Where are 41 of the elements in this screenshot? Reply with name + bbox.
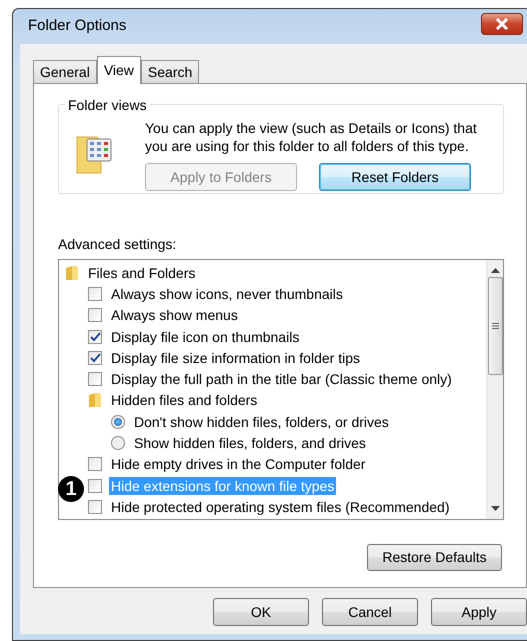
option-label[interactable]: Hide protected operating system files (Recommended) [109, 498, 452, 516]
restore-defaults-button[interactable]: Restore Defaults [367, 544, 502, 571]
option-label[interactable]: Display the full path in the title bar (Classic theme only) [109, 370, 454, 388]
option-label[interactable]: Display file icon on thumbnails [109, 328, 302, 346]
tab[interactable]: General [33, 60, 97, 83]
radio-button[interactable] [111, 436, 125, 450]
grip-icon [492, 323, 498, 329]
advanced-settings-label: Advanced settings: [58, 235, 176, 254]
description-text: You can apply the view (such as Details or Icons) that you are using for this folder to all folders of this type. [145, 119, 478, 155]
checkbox[interactable] [88, 350, 102, 365]
group-label: Files and Folders [87, 264, 196, 282]
scroll-down-icon[interactable] [490, 506, 500, 511]
cancel-button[interactable]: Cancel [322, 598, 418, 626]
tab[interactable]: View [96, 56, 141, 84]
ok-button[interactable]: OK [213, 598, 309, 626]
checkbox[interactable] [88, 457, 102, 472]
option-label[interactable]: Hide empty drives in the Computer folder [109, 455, 368, 474]
reset-folders-button[interactable]: Reset Folders [319, 163, 471, 191]
close-icon [495, 18, 509, 30]
checkbox[interactable] [88, 330, 102, 344]
folder-icon [65, 264, 79, 281]
tab[interactable]: Search [140, 60, 200, 83]
group-label: Hidden files and folders [110, 391, 258, 410]
scrollbar[interactable] [486, 260, 503, 519]
close-button[interactable] [481, 12, 523, 34]
checkbox[interactable] [88, 500, 102, 514]
radio-button[interactable] [111, 414, 125, 429]
option-label[interactable]: Don't show hidden files, folders, or drives [132, 412, 391, 431]
option-label[interactable]: Always show menus [109, 306, 240, 324]
scroll-up-icon[interactable] [490, 268, 500, 273]
checkbox[interactable] [88, 286, 102, 301]
apply-button[interactable]: Apply [431, 598, 527, 626]
checkbox[interactable] [88, 372, 102, 386]
option-label[interactable]: Always show icons, never thumbnails [109, 284, 345, 303]
folder-icon [88, 392, 102, 408]
checkbox[interactable] [88, 478, 102, 493]
option-label[interactable]: Display file size information in folder tips [109, 348, 362, 367]
option-label[interactable]: Show hidden files, folders, and drives [132, 434, 368, 452]
checkbox[interactable] [88, 308, 102, 322]
window-title: Folder Options [28, 16, 126, 36]
scroll-thumb[interactable] [488, 277, 502, 375]
